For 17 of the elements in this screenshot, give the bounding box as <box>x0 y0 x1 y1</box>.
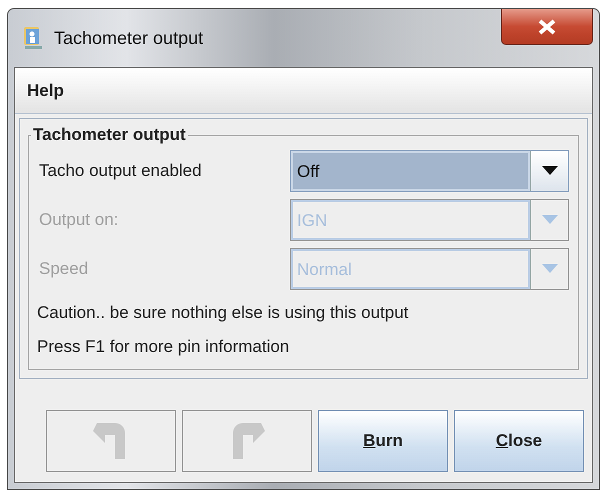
dropdown[interactable]: Off <box>290 150 569 192</box>
caret-icon <box>542 166 558 176</box>
window-title: Tachometer output <box>54 26 204 50</box>
caret-icon <box>542 215 558 224</box>
close-button[interactable] <box>501 9 593 45</box>
close-icon <box>537 18 557 34</box>
field-label: Output on: <box>38 209 120 232</box>
menu-item[interactable]: Help <box>27 78 64 104</box>
dialog-button[interactable]: Burn <box>318 410 448 472</box>
caret-icon <box>542 264 558 274</box>
field-label: Speed <box>38 258 90 280</box>
field-label: Tacho output enabled <box>38 160 203 182</box>
app-icon <box>22 26 44 50</box>
group-title: Tachometer output <box>31 125 188 146</box>
note-text: Caution.. be sure nothing else is using this output <box>36 302 410 324</box>
dialog-button[interactable]: Close <box>454 410 584 472</box>
note-text: Press F1 for more pin information <box>36 336 290 358</box>
